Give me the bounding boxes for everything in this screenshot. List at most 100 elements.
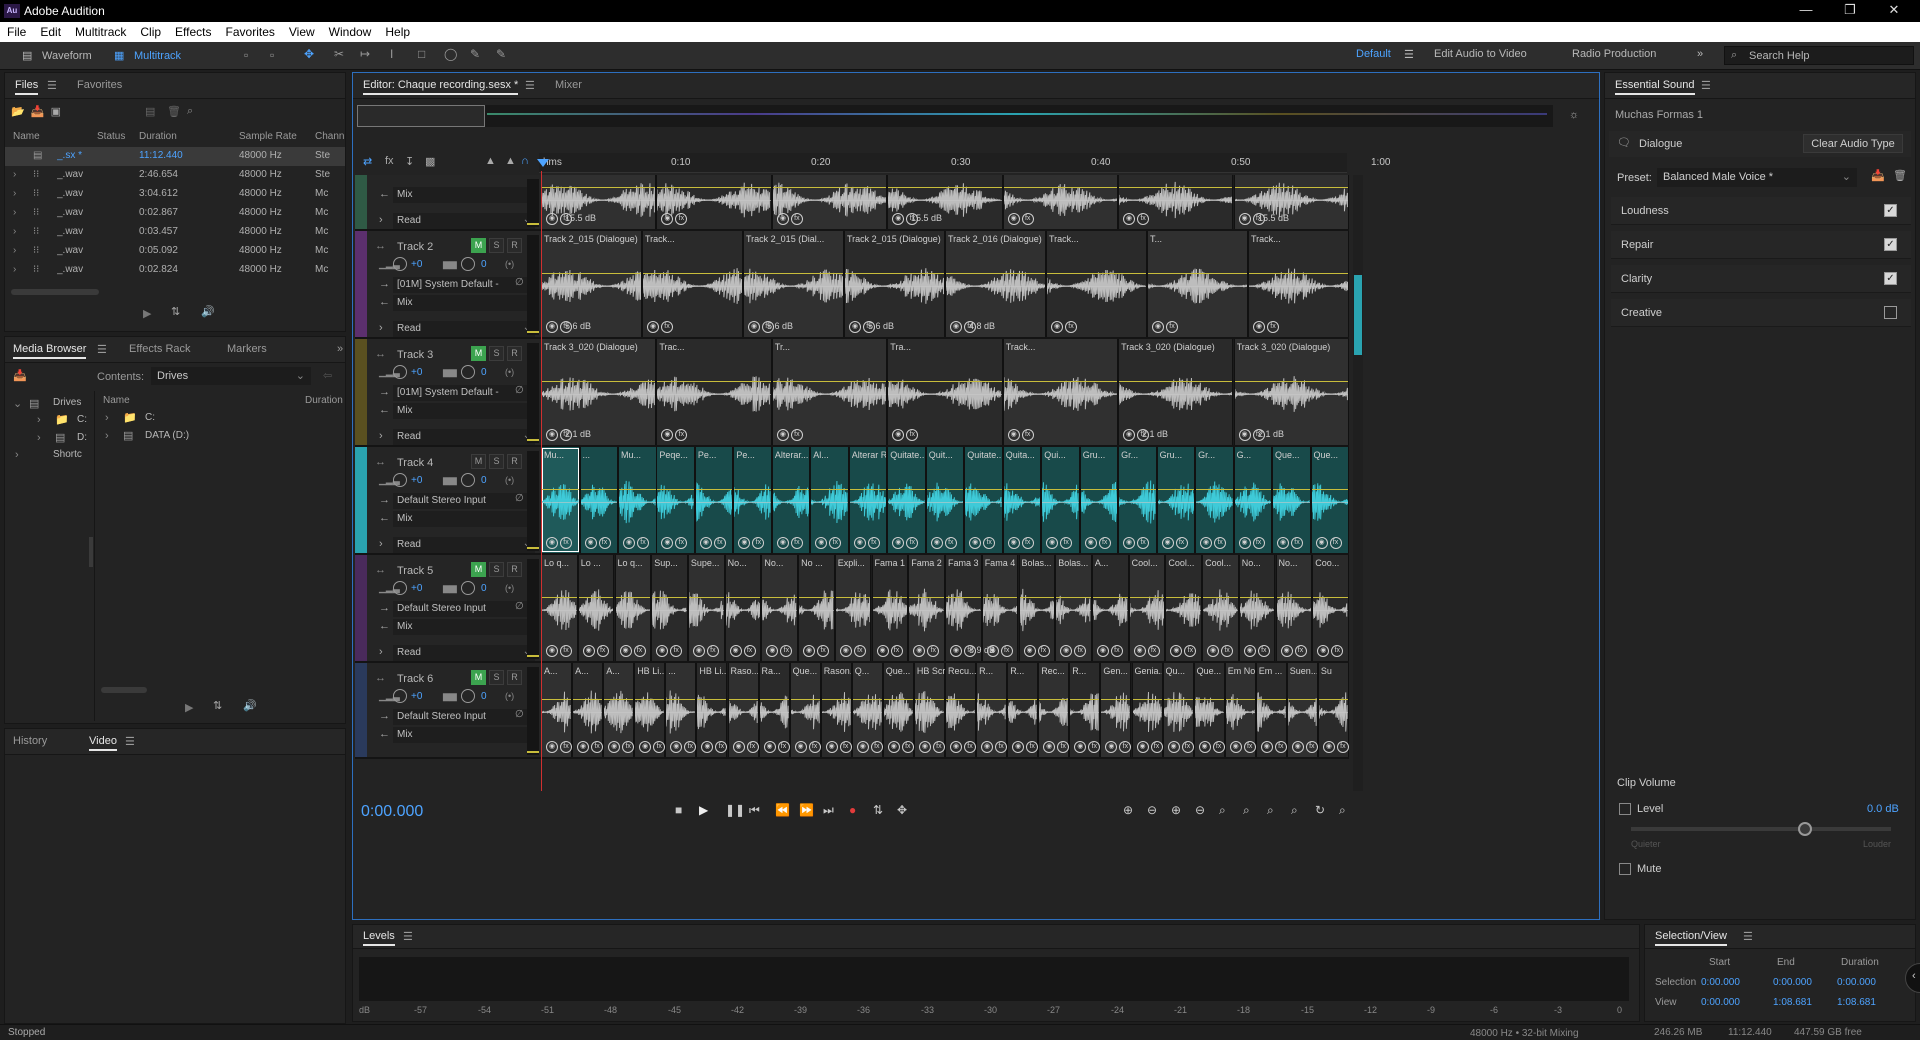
clip-fx-icon[interactable]: fx [1026,741,1039,753]
volume-envelope[interactable] [1276,597,1312,598]
clip-fx-icon[interactable]: fx [1336,741,1349,753]
volume-envelope[interactable] [883,699,913,700]
clip-fx-icon[interactable]: fx [790,429,803,441]
tab-files[interactable]: Files [15,79,39,95]
audio-clip[interactable]: Alterar R... ◉fx [848,447,888,553]
volume-envelope[interactable] [1194,699,1224,700]
level-value[interactable]: 0.0 dB [1867,803,1899,815]
pan-envelope[interactable] [734,502,771,503]
file-row[interactable]: › ⁝⁝ _.wav 3:04.612 48000 Hz Mc [5,185,345,204]
pan-envelope[interactable] [573,712,603,713]
zoom-out-time-icon[interactable]: ⊖ [1195,803,1205,817]
pan-envelope[interactable] [1157,502,1195,503]
audio-clip[interactable]: ◉ fx [771,175,888,229]
zoom-in-amplitude-icon[interactable]: ⊕ [1123,803,1133,817]
clip-fx-icon[interactable]: fx [560,645,572,657]
clip-fx-icon[interactable]: fx [829,537,842,549]
clip-fx-icon[interactable]: fx [1274,741,1287,753]
clip-fx-icon[interactable]: fx [964,741,976,753]
volume-envelope[interactable] [1101,699,1131,700]
mb-item-data[interactable]: DATA (D:) [145,430,189,441]
tab-mixer[interactable]: Mixer [555,79,582,91]
volume-envelope[interactable] [657,187,771,188]
audio-clip[interactable]: No... ◉ fx [1275,555,1313,661]
audio-clip[interactable]: No... ◉ fx [724,555,762,661]
audio-clip[interactable]: Mu... ◉ fx [618,447,657,553]
tree-shortcuts[interactable]: Shortc [53,449,82,460]
output-arrow-icon[interactable]: ← [379,296,390,308]
import-icon[interactable]: 📥 [31,106,45,118]
audio-clip[interactable]: R... ◉ fx [1007,663,1039,757]
pan-envelope[interactable] [909,610,944,611]
volume-envelope[interactable] [835,597,871,598]
multitrack-button[interactable]: ▦ Multitrack [112,47,181,65]
clip-volume-icon[interactable]: ◉ [794,741,807,753]
volume-envelope[interactable] [1287,699,1317,700]
mb-autoplay-icon[interactable]: 🔊 [243,699,257,712]
audio-clip[interactable]: Cool... ◉ fx [1165,555,1203,661]
clip-fx-icon[interactable]: fx [706,645,719,657]
clip-fx-icon[interactable]: fx [715,741,728,753]
clip-fx-icon[interactable]: fx [901,741,914,753]
view-start[interactable]: 0:00.000 [1701,997,1740,1008]
clip-fx-icon[interactable]: fx [1060,537,1073,549]
more-workspaces-icon[interactable]: » [1697,48,1703,60]
pan-envelope[interactable] [542,200,656,201]
snap-icon[interactable]: ∩ [521,155,529,167]
audio-clip[interactable]: HB Scre... ◉fx [913,663,945,757]
col-sample-rate[interactable]: Sample Rate [239,131,297,142]
clip-fx-icon[interactable]: fx [853,645,866,657]
creative-checkbox[interactable] [1884,306,1897,319]
pan-envelope[interactable] [1196,502,1233,503]
clip-fx-icon[interactable]: fx [1175,537,1188,549]
volume-value[interactable]: +0 [411,691,422,702]
input-dropdown[interactable]: Default Stereo Input› [393,709,535,725]
clip-volume-icon[interactable]: ◉ [1074,741,1087,753]
mute-button[interactable]: M [471,562,486,577]
audio-clip[interactable]: Pe... ◉ fx [733,447,772,553]
clip-fx-icon[interactable]: fx [839,741,852,753]
file-row[interactable]: › ⁝⁝ _.wav 0:02.824 48000 Hz Mc [5,261,345,280]
pan-envelope[interactable] [542,286,641,287]
mb-scrollbar[interactable] [101,687,147,693]
audio-clip[interactable]: Que... ◉ fx [789,663,821,757]
phase-icon[interactable]: ∅ [515,493,524,504]
marquee-icon[interactable]: □ [418,47,425,61]
phase-icon[interactable]: ∅ [515,277,524,288]
selection-end[interactable]: 0:00.000 [1773,977,1812,988]
clip-fx-icon[interactable]: fx [1021,213,1034,225]
volume-envelope[interactable] [1119,187,1233,188]
clip-fx-icon[interactable]: fx [1147,645,1160,657]
zoom-in-time-icon[interactable]: ⊕ [1171,803,1181,817]
pan-envelope[interactable] [1119,394,1233,395]
pan-envelope[interactable] [657,502,694,503]
pan-envelope[interactable] [1039,712,1069,713]
audio-clip[interactable]: Gr... ◉ fx [1118,447,1157,553]
volume-envelope[interactable] [872,597,908,598]
audio-clip[interactable]: Recu... ◉ fx [945,663,977,757]
clip-volume-icon[interactable]: ◉ [1060,645,1073,657]
volume-envelope[interactable] [604,699,634,700]
restore-icon[interactable]: ❐ [1836,2,1864,18]
volume-envelope[interactable] [578,597,614,598]
vertical-scrollbar[interactable] [1353,175,1363,791]
selection-start[interactable]: 0:00.000 [1701,977,1740,988]
expand-icon[interactable]: › [13,245,16,256]
pan-envelope[interactable] [542,394,656,395]
clip-fx-icon[interactable]: fx [1331,645,1344,657]
pan-value[interactable]: 0 [481,475,487,486]
pan-value[interactable]: 0 [481,691,487,702]
volume-envelope[interactable] [1234,381,1348,382]
track-grip-icon[interactable]: ↔ [375,564,386,576]
audio-clip[interactable]: Q... ◉ fx [851,663,883,757]
clip-volume-icon[interactable]: ◉ [776,429,789,441]
volume-envelope[interactable] [1003,381,1118,382]
clip-fx-icon[interactable]: fx [1074,645,1087,657]
pan-envelope[interactable] [1119,502,1156,503]
clip-volume-icon[interactable]: ◉ [969,537,982,549]
input-arrow-icon[interactable]: → [379,602,390,614]
pan-envelope[interactable] [542,610,577,611]
pan-envelope[interactable] [1119,200,1233,201]
expand-icon[interactable]: › [379,538,383,550]
audio-clip[interactable]: Tr... ◉ fx [771,339,888,445]
